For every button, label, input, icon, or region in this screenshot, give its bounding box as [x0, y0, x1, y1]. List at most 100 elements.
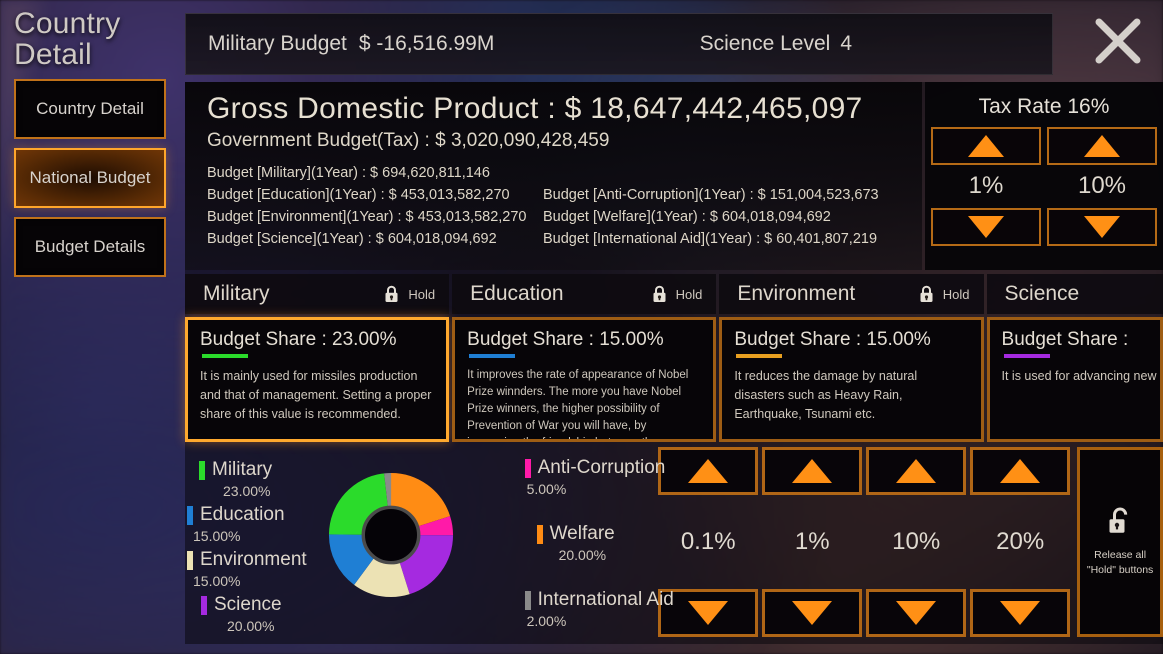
sidebar-item-national-budget[interactable]: National Budget	[14, 148, 166, 208]
stepper-20-percent: 20%	[970, 447, 1070, 637]
legend-value: 20.00%	[227, 618, 282, 634]
tax-stepper-1: 1%	[931, 127, 1041, 246]
budget-line: Budget [Anti-Corruption](1Year) : $ 151,…	[543, 184, 879, 206]
budget-share-donut-chart	[325, 469, 457, 601]
budget-share-title: Budget Share : 15.00%	[734, 329, 968, 351]
hold-toggle-environment[interactable]: Hold	[919, 285, 970, 303]
triangle-down-icon	[896, 601, 936, 625]
category-header-education[interactable]: Education Hold	[452, 274, 716, 314]
legend-value: 23.00%	[223, 483, 272, 499]
budget-line: Budget [Environment](1Year) : $ 453,013,…	[207, 206, 543, 228]
decrease-button-10[interactable]	[866, 589, 966, 637]
budget-share-title: Budget Share : 23.00%	[200, 329, 434, 351]
tax-stepper-2: 10%	[1047, 127, 1157, 246]
category-header-military[interactable]: Military Hold	[185, 274, 449, 314]
legend-item-education: Education 15.00%	[187, 504, 285, 544]
hold-label: Hold	[943, 287, 970, 302]
budget-line: Budget [Welfare](1Year) : $ 604,018,094,…	[543, 206, 879, 228]
category-name: Science	[1005, 282, 1080, 306]
bottom-section: Military 23.00% Education 15.00% Environ…	[185, 447, 1163, 644]
chart-legend-left: Military 23.00% Education 15.00% Environ…	[185, 447, 525, 644]
stepper-value: 20%	[970, 528, 1070, 556]
budget-share-card-education[interactable]: Budget Share : 15.00% It improves the ra…	[452, 317, 716, 442]
close-button[interactable]	[1087, 10, 1149, 72]
legend-value: 20.00%	[559, 547, 615, 563]
hold-toggle-education[interactable]: Hold	[652, 285, 703, 303]
legend-label: Welfare	[550, 523, 615, 545]
triangle-down-icon	[1084, 216, 1120, 238]
triangle-down-icon	[792, 601, 832, 625]
tax-decrease-button-2[interactable]	[1047, 208, 1157, 246]
science-level-value: 4	[840, 32, 852, 56]
legend-label: International Aid	[538, 589, 674, 611]
legend-item-environment: Environment 15.00%	[187, 549, 307, 589]
budget-share-title: Budget Share : 15.00%	[467, 329, 701, 351]
budget-line: Budget [International Aid](1Year) : $ 60…	[543, 228, 879, 250]
accent-underline	[1004, 354, 1050, 358]
legend-item-welfare: Welfare 20.00%	[537, 523, 615, 563]
increase-button-10[interactable]	[866, 447, 966, 495]
category-name: Education	[470, 282, 563, 306]
stepper-10-percent: 10%	[866, 447, 966, 637]
tax-decrease-button-1[interactable]	[931, 208, 1041, 246]
page-title-line2: Detail	[14, 39, 182, 70]
sidebar-item-country-detail[interactable]: Country Detail	[14, 79, 166, 139]
category-header-row: Military Hold Education	[185, 274, 1163, 314]
release-all-hold-button[interactable]: Release all "Hold" buttons	[1077, 447, 1163, 637]
status-bar: Military Budget $ -16,516.99M Science Le…	[185, 13, 1053, 75]
decrease-button-1[interactable]	[762, 589, 862, 637]
accent-underline	[736, 354, 782, 358]
military-budget-label: Military Budget	[208, 32, 347, 56]
budget-breakdown: Budget [Military](1Year) : $ 694,620,811…	[185, 162, 922, 250]
legend-swatch	[201, 596, 207, 615]
tax-rate-panel: Tax Rate 16% 1% 10%	[925, 82, 1163, 270]
triangle-up-icon	[1084, 135, 1120, 157]
tax-step-value: 1%	[931, 165, 1041, 208]
category-name: Military	[203, 282, 270, 306]
sidebar-item-budget-details[interactable]: Budget Details	[14, 217, 166, 277]
page-title-line1: Country	[14, 8, 182, 39]
legend-label: Military	[212, 459, 272, 481]
legend-value: 15.00%	[193, 528, 285, 544]
tax-step-value: 10%	[1047, 165, 1157, 208]
legend-swatch	[525, 591, 531, 610]
budget-share-card-military[interactable]: Budget Share : 23.00% It is mainly used …	[185, 317, 449, 442]
legend-label: Science	[214, 594, 282, 616]
triangle-down-icon	[1000, 601, 1040, 625]
budget-share-description: It reduces the damage by natural disaste…	[734, 367, 968, 424]
tax-rate-title: Tax Rate 16%	[925, 82, 1163, 119]
budget-share-card-science[interactable]: Budget Share : It is used for advancing …	[987, 317, 1163, 442]
increase-button-1[interactable]	[762, 447, 862, 495]
triangle-down-icon	[968, 216, 1004, 238]
hold-toggle-military[interactable]: Hold	[384, 285, 435, 303]
category-header-science[interactable]: Science	[987, 274, 1163, 314]
accent-underline	[469, 354, 515, 358]
budget-share-steppers: 0.1% 1% 10%	[656, 447, 1070, 644]
triangle-down-icon	[688, 601, 728, 625]
sidebar-item-label: National Budget	[30, 168, 151, 188]
close-icon	[1092, 15, 1144, 67]
gdp-title: Gross Domestic Product : $ 18,647,442,46…	[185, 82, 922, 126]
stepper-value: 1%	[762, 528, 862, 556]
budget-line: Budget [Science](1Year) : $ 604,018,094,…	[207, 228, 543, 250]
category-header-environment[interactable]: Environment Hold	[719, 274, 983, 314]
lock-closed-icon	[919, 285, 934, 303]
release-line-2: "Hold" buttons	[1087, 563, 1153, 578]
legend-label: Education	[200, 504, 285, 526]
increase-button-20[interactable]	[970, 447, 1070, 495]
budget-share-card-environment[interactable]: Budget Share : 15.00% It reduces the dam…	[719, 317, 983, 442]
legend-swatch	[187, 506, 193, 525]
legend-value: 5.00%	[527, 481, 666, 497]
budget-line: Budget [Military](1Year) : $ 694,620,811…	[207, 162, 543, 184]
legend-swatch	[199, 461, 205, 480]
increase-button-0-1[interactable]	[658, 447, 758, 495]
release-line-1: Release all	[1087, 548, 1153, 563]
triangle-up-icon	[792, 459, 832, 483]
tax-increase-button-2[interactable]	[1047, 127, 1157, 165]
budget-share-card-row: Budget Share : 23.00% It is mainly used …	[185, 317, 1163, 442]
legend-item-science: Science 20.00%	[201, 594, 282, 634]
gdp-section: Gross Domestic Product : $ 18,647,442,46…	[185, 82, 922, 270]
decrease-button-20[interactable]	[970, 589, 1070, 637]
legend-label: Environment	[200, 549, 307, 571]
tax-increase-button-1[interactable]	[931, 127, 1041, 165]
